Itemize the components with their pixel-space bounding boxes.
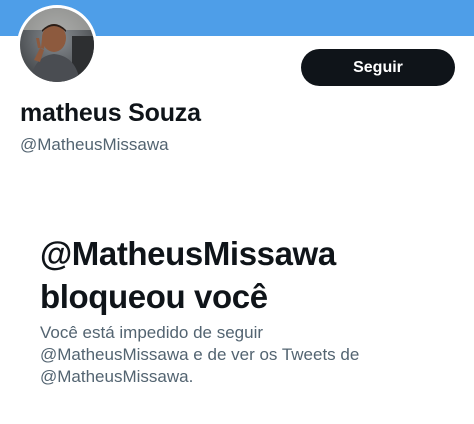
profile-photo-icon xyxy=(20,8,94,82)
profile-page: Seguir matheus Souza @MatheusMissawa @Ma… xyxy=(0,0,474,424)
blocked-notice-title: @MatheusMissawa bloqueou você xyxy=(40,232,460,318)
display-name: matheus Souza xyxy=(20,99,201,127)
blocked-title-line: @MatheusMissawa xyxy=(40,235,336,272)
blocked-desc-line: Você está impedido de seguir xyxy=(40,323,264,342)
blocked-desc-line: @MatheusMissawa e de ver os Tweets de xyxy=(40,345,360,364)
blocked-title-line: bloqueou você xyxy=(40,278,268,315)
user-handle: @MatheusMissawa xyxy=(20,135,169,154)
blocked-notice-description: Você está impedido de seguir @MatheusMis… xyxy=(40,322,440,388)
avatar[interactable] xyxy=(17,5,97,85)
blocked-desc-line: @MatheusMissawa. xyxy=(40,367,194,386)
follow-button[interactable]: Seguir xyxy=(301,49,455,86)
